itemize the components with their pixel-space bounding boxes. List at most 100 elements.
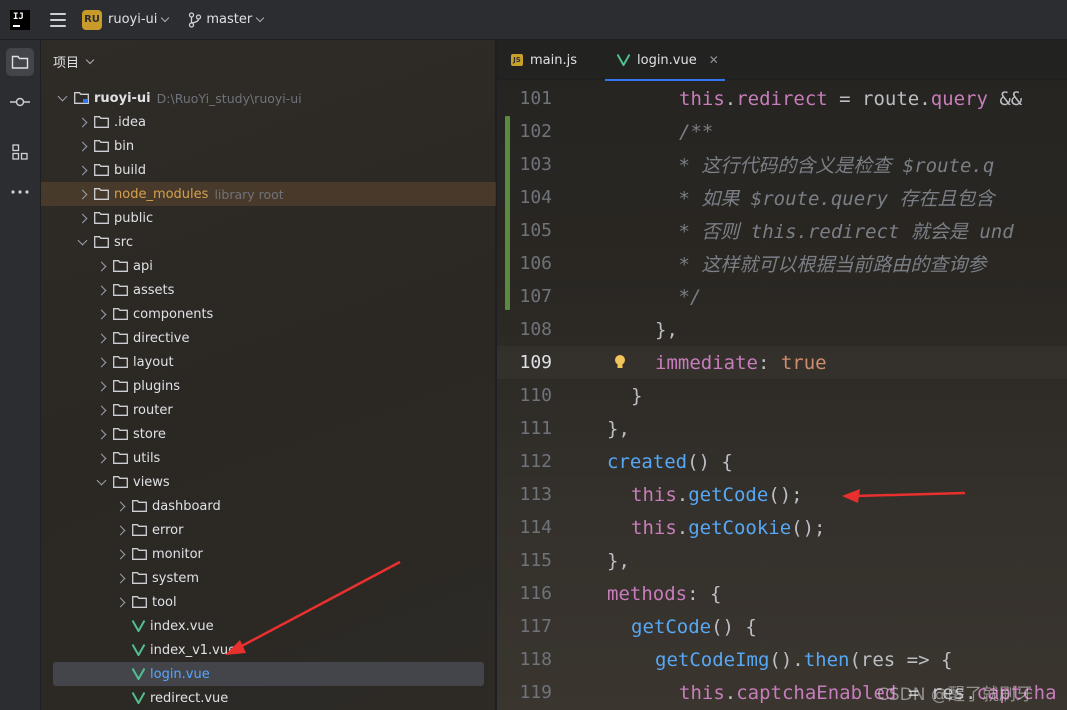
tree-node-redirect-vue[interactable]: redirect.vue [41,686,496,710]
tree-node-views[interactable]: views [41,470,496,494]
code-line[interactable]: 104 * 如果 $route.query 存在且包含 [497,181,1067,214]
code-text[interactable]: getCodeImg().then(res => { [655,649,952,671]
code-text[interactable]: * 这行代码的含义是检查 $route.q [667,151,994,178]
tree-node-login-vue[interactable]: login.vue [53,662,484,686]
tree-node-plugins[interactable]: plugins [41,374,496,398]
expand-arrow-icon[interactable] [96,405,106,415]
lightbulb-icon[interactable] [614,354,626,370]
more-tools-button[interactable] [6,178,34,206]
app-logo[interactable]: IJ [10,9,30,30]
line-number[interactable]: 108 [497,319,552,340]
expand-arrow-icon[interactable] [96,453,106,463]
tree-node-build[interactable]: build [41,158,496,182]
collapse-arrow-icon[interactable] [96,475,106,485]
code-text[interactable]: immediate: true [655,352,827,374]
expand-arrow-icon[interactable] [77,117,87,127]
project-name[interactable]: ruoyi-ui [108,12,157,27]
line-number[interactable]: 104 [497,187,552,208]
tree-node-dashboard[interactable]: dashboard [41,494,496,518]
tree-node-index-vue[interactable]: index.vue [41,614,496,638]
editor[interactable]: JS main.js login.vue ✕ 101 this.redirect … [497,40,1067,710]
line-number[interactable]: 116 [497,583,552,604]
tree-node-monitor[interactable]: monitor [41,542,496,566]
line-number[interactable]: 117 [497,616,552,637]
chevron-down-icon[interactable] [161,13,170,22]
project-view-selector[interactable]: 项目 [53,52,95,71]
expand-arrow-icon[interactable] [77,141,87,151]
code-text[interactable]: } [631,385,642,407]
expand-arrow-icon[interactable] [115,597,125,607]
code-line[interactable]: 116 methods: { [497,577,1067,610]
expand-arrow-icon[interactable] [115,573,125,583]
code-text[interactable]: this.redirect = route.query && [679,88,1022,110]
tree-node-components[interactable]: components [41,302,496,326]
code-line[interactable]: 115}, [497,544,1067,577]
code-text[interactable]: }, [655,319,678,341]
code-text[interactable]: /** [679,121,713,143]
expand-arrow-icon[interactable] [77,213,87,223]
expand-arrow-icon[interactable] [96,357,106,367]
tree-node-idea[interactable]: .idea [41,110,496,134]
collapse-arrow-icon[interactable] [57,91,67,101]
code-text[interactable]: this.getCookie(); [631,517,826,539]
line-number[interactable]: 107 [497,286,552,307]
tree-node-store[interactable]: store [41,422,496,446]
code-line[interactable]: 118 getCodeImg().then(res => { [497,643,1067,676]
code-line[interactable]: 113 this.getCode(); [497,478,1067,511]
chevron-down-icon[interactable] [255,13,265,22]
code-text[interactable]: */ [667,286,701,308]
line-number[interactable]: 111 [497,418,552,439]
code-line[interactable]: 114 this.getCookie(); [497,511,1067,544]
tab-main-js[interactable]: JS main.js [511,40,577,80]
code-text[interactable]: * 如果 $route.query 存在且包含 [667,184,994,211]
tree-node-public[interactable]: public [41,206,496,230]
code-line[interactable]: 103 * 这行代码的含义是检查 $route.q [497,148,1067,181]
code-line[interactable]: 101 this.redirect = route.query && [497,82,1067,115]
tree-node-directive[interactable]: directive [41,326,496,350]
code-line[interactable]: 117 getCode() { [497,610,1067,643]
main-menu-icon[interactable] [50,12,66,27]
tree-node-layout[interactable]: layout [41,350,496,374]
code-line[interactable]: 107 */ [497,280,1067,313]
project-tool-button[interactable] [6,48,34,76]
tree-node-bin[interactable]: bin [41,134,496,158]
tree-node-index-v1-vue[interactable]: index_v1.vue [41,638,496,662]
branch-icon[interactable] [188,11,202,28]
code-text[interactable]: * 否则 this.redirect 就会是 und [667,217,1013,244]
code-text[interactable]: getCode() { [631,616,757,638]
expand-arrow-icon[interactable] [115,525,125,535]
code-text[interactable]: }, [607,418,630,440]
line-number[interactable]: 110 [497,385,552,406]
tree-node-root[interactable]: ruoyi-ui D:\RuoYi_study\ruoyi-ui [41,86,496,110]
code-text[interactable]: }, [607,550,630,572]
code-line[interactable]: 109 immediate: true [497,346,1067,379]
tree-node-assets[interactable]: assets [41,278,496,302]
line-number[interactable]: 101 [497,88,552,109]
line-number[interactable]: 114 [497,517,552,538]
expand-arrow-icon[interactable] [96,333,106,343]
expand-arrow-icon[interactable] [115,549,125,559]
line-number[interactable]: 103 [497,154,552,175]
expand-arrow-icon[interactable] [96,429,106,439]
code-line[interactable]: 110} [497,379,1067,412]
code-line[interactable]: 106 * 这样就可以根据当前路由的查询参 [497,247,1067,280]
code-line[interactable]: 102 /** [497,115,1067,148]
expand-arrow-icon[interactable] [115,501,125,511]
code-line[interactable]: 112 created() { [497,445,1067,478]
line-number[interactable]: 113 [497,484,552,505]
line-number[interactable]: 112 [497,451,552,472]
tree-node-utils[interactable]: utils [41,446,496,470]
line-number[interactable]: 118 [497,649,552,670]
code-text[interactable]: this.getCode(); [631,484,803,506]
tree-node-api[interactable]: api [41,254,496,278]
line-number[interactable]: 119 [497,682,552,703]
code-text[interactable]: methods: { [607,583,721,605]
tree-node-node-modules[interactable]: node_modules library root [41,182,496,206]
tab-login-vue[interactable]: login.vue ✕ [605,40,725,81]
tree-node-router[interactable]: router [41,398,496,422]
expand-arrow-icon[interactable] [96,285,106,295]
project-badge[interactable]: RU [82,9,102,30]
close-icon[interactable]: ✕ [709,53,719,67]
tree-node-src[interactable]: src [41,230,496,254]
tree-node-tool[interactable]: tool [41,590,496,614]
